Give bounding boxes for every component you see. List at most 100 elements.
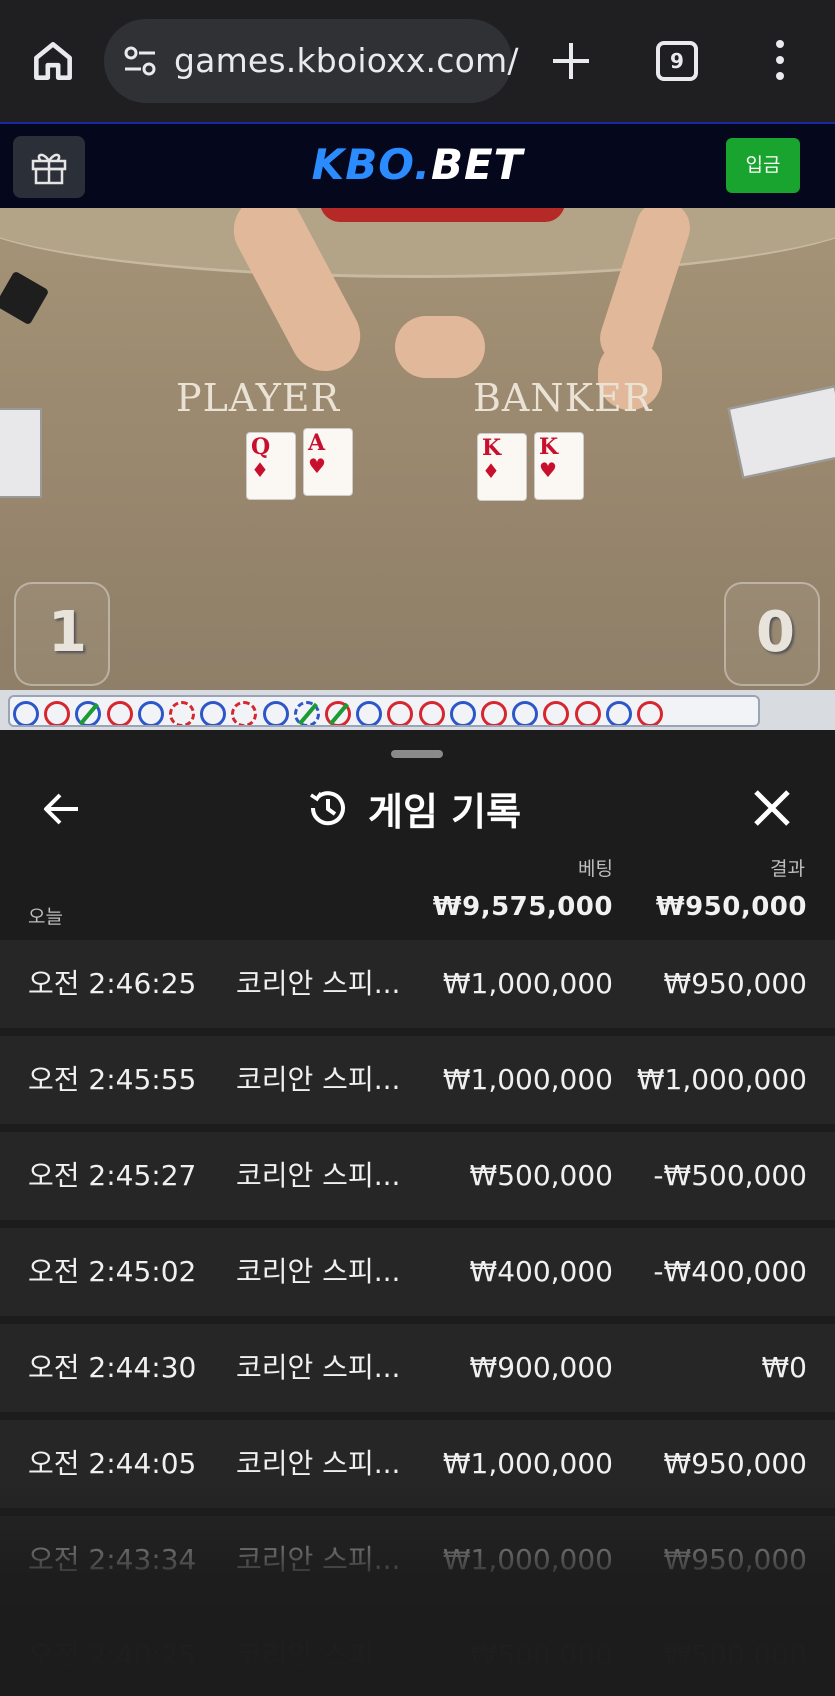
bead-road-dot <box>262 701 289 725</box>
bead-road-dot <box>543 701 570 725</box>
bead-road-dot <box>325 701 351 725</box>
history-row[interactable]: 오전 2:44:30 코리안 스피... ₩900,000 ₩0 <box>0 1324 835 1412</box>
sheet-title: 게임 기록 <box>368 789 522 834</box>
tab-switcher-button[interactable]: 9 <box>656 41 698 81</box>
row-time: 오전 2:46:25 <box>28 967 197 1000</box>
history-row[interactable]: 오전 2:45:55 코리안 스피... ₩1,000,000 ₩1,000,000 <box>0 1036 835 1124</box>
bead-road-dot <box>106 701 133 725</box>
bead-road-dot <box>418 701 445 725</box>
dealer-left-hand <box>395 316 485 378</box>
bead-road-dot <box>605 701 632 725</box>
history-row[interactable]: 오전 2:45:02 코리안 스피... ₩400,000 -₩400,000 <box>0 1228 835 1316</box>
row-bet-amount: ₩500,000 <box>469 1159 613 1192</box>
bead-road-dot <box>512 701 539 725</box>
row-game-name: 코리안 스피... <box>236 1063 401 1096</box>
row-time: 오전 2:44:05 <box>28 1447 197 1480</box>
back-arrow-icon[interactable] <box>38 785 86 833</box>
history-row[interactable]: 오전 2:46:25 코리안 스피... ₩1,000,000 ₩950,000 <box>0 940 835 1028</box>
row-time: 오전 2:40:25 <box>28 1639 197 1672</box>
more-menu-icon[interactable] <box>770 40 790 84</box>
banker-score: 0 <box>756 600 795 665</box>
row-time: 오전 2:44:30 <box>28 1351 197 1384</box>
bead-road-dot <box>200 701 227 725</box>
row-game-name: 코리안 스피... <box>236 1351 401 1384</box>
player-card-1: Q ♦ <box>246 432 296 500</box>
row-game-name: 코리안 스피... <box>236 967 401 1000</box>
home-icon[interactable] <box>28 36 78 86</box>
row-game-name: 코리안 스피... <box>236 1159 401 1192</box>
row-bet-amount: ₩1,000,000 <box>442 1543 613 1576</box>
row-result-amount: ₩500,000 <box>663 1639 807 1672</box>
period-label: 오늘 <box>28 906 63 928</box>
bead-road-dot <box>137 701 164 725</box>
card-box <box>0 270 50 326</box>
banker-score-box: 0 <box>724 582 820 686</box>
row-game-name: 코리안 스피... <box>236 1543 401 1576</box>
row-game-name: 코리안 스피... <box>236 1447 401 1480</box>
row-bet-amount: ₩1,000,000 <box>442 1447 613 1480</box>
deposit-button[interactable]: 입금 <box>726 138 800 193</box>
bet-column-header: 베팅 <box>578 858 613 880</box>
row-time: 오전 2:45:55 <box>28 1063 197 1096</box>
tab-count: 9 <box>670 49 684 73</box>
total-result: ₩950,000 <box>655 892 807 922</box>
player-score: 1 <box>48 600 87 665</box>
game-history-sheet: 게임 기록 베팅 결과 오늘 ₩9,575,000 ₩950,000 오전 2:… <box>0 730 835 1696</box>
row-result-amount: -₩400,000 <box>653 1255 807 1288</box>
banker-label: BANKER <box>473 376 653 420</box>
site-settings-icon[interactable] <box>122 45 158 77</box>
bead-road-dot <box>574 701 601 725</box>
bead-road-dot <box>44 701 71 725</box>
row-result-amount: ₩0 <box>761 1351 808 1384</box>
close-icon[interactable] <box>748 784 796 832</box>
history-row[interactable]: 오전 2:43:34 코리안 스피... ₩1,000,000 ₩950,000 <box>0 1516 835 1604</box>
bead-road-dot <box>356 701 383 725</box>
new-tab-icon[interactable] <box>548 38 594 84</box>
bead-road-dot <box>169 701 195 725</box>
banker-card-2: K ♥ <box>534 432 584 500</box>
discard-tray <box>0 408 42 498</box>
live-game-video[interactable]: PLAYER BANKER Q ♦ A ♥ K ♦ K ♥ 1 0 <box>0 208 835 690</box>
total-bet: ₩9,575,000 <box>432 892 613 922</box>
row-bet-amount: ₩900,000 <box>469 1351 613 1384</box>
row-time: 오전 2:45:02 <box>28 1255 197 1288</box>
row-game-name: 코리안 스피... <box>236 1639 401 1672</box>
dealer-outfit <box>320 208 565 222</box>
bead-road-dot <box>293 701 320 725</box>
row-game-name: 코리안 스피... <box>236 1255 401 1288</box>
bead-road-dot <box>481 701 507 725</box>
history-row[interactable]: 오전 2:40:25 코리안 스피... ₩500,000 ₩500,000 <box>0 1612 835 1696</box>
bead-road-grid <box>8 695 760 727</box>
row-bet-amount: ₩1,000,000 <box>442 1063 613 1096</box>
url-text[interactable]: games.kboioxx.com/ <box>174 41 519 80</box>
row-bet-amount: ₩1,000,000 <box>442 967 613 1000</box>
sheet-header: 게임 기록 <box>306 780 521 836</box>
row-result-amount: ₩950,000 <box>663 1447 807 1480</box>
bead-road <box>0 690 835 730</box>
bead-road-dot <box>75 701 102 725</box>
sheet-drag-handle[interactable] <box>391 750 443 758</box>
site-header: KBO.BET 입금 <box>0 122 835 208</box>
banker-card-1: K ♦ <box>477 433 527 501</box>
card-shoe <box>727 385 835 479</box>
bead-road-dot <box>637 701 663 725</box>
row-result-amount: -₩500,000 <box>653 1159 807 1192</box>
result-column-header: 결과 <box>770 858 805 880</box>
row-result-amount: ₩1,000,000 <box>636 1063 807 1096</box>
history-icon <box>310 791 345 826</box>
history-row[interactable]: 오전 2:45:27 코리안 스피... ₩500,000 -₩500,000 <box>0 1132 835 1220</box>
row-result-amount: ₩950,000 <box>663 1543 807 1576</box>
site-logo[interactable]: KBO.BET <box>0 140 835 189</box>
row-bet-amount: ₩400,000 <box>469 1255 613 1288</box>
row-time: 오전 2:45:27 <box>28 1159 197 1192</box>
browser-toolbar: games.kboioxx.com/ 9 <box>0 0 835 122</box>
row-time: 오전 2:43:34 <box>28 1543 197 1576</box>
row-result-amount: ₩950,000 <box>663 967 807 1000</box>
player-score-box: 1 <box>14 582 110 686</box>
row-bet-amount: ₩500,000 <box>469 1639 613 1672</box>
history-row[interactable]: 오전 2:44:05 코리안 스피... ₩1,000,000 ₩950,000 <box>0 1420 835 1508</box>
address-bar[interactable]: games.kboioxx.com/ <box>104 19 518 103</box>
bead-road-dot <box>13 701 39 725</box>
player-label: PLAYER <box>176 376 341 420</box>
player-card-2: A ♥ <box>303 428 353 496</box>
